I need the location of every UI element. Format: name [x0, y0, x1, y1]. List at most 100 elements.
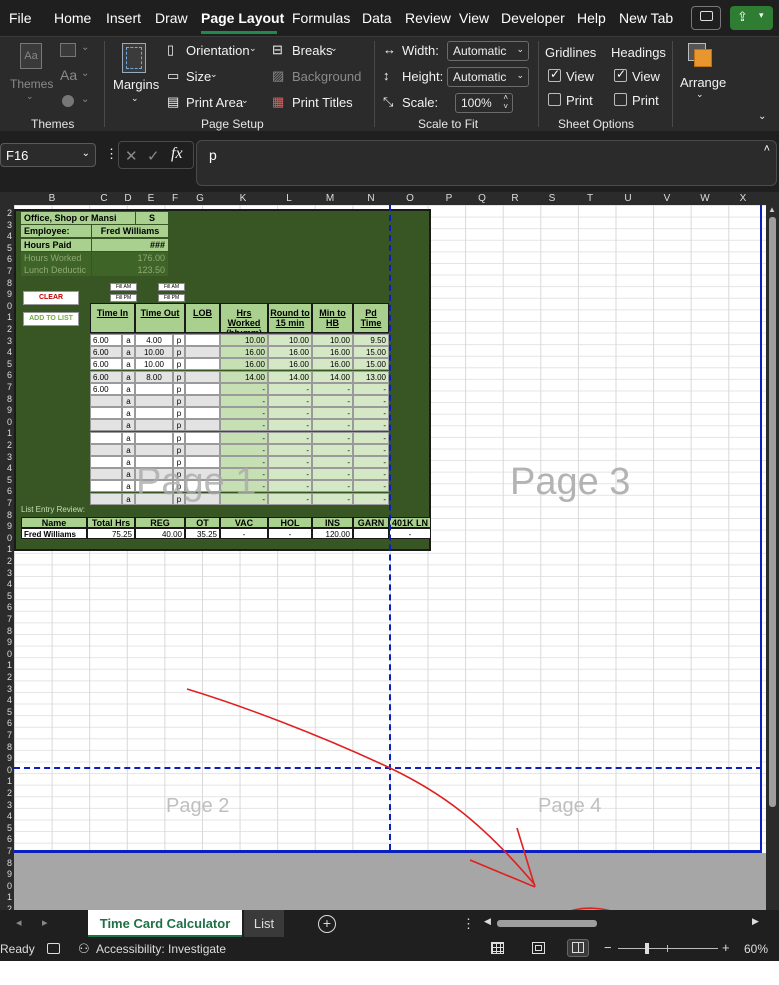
row-header[interactable]: 0 — [0, 417, 12, 429]
height-dropdown[interactable]: Automatic ⌄ — [447, 67, 529, 87]
print-titles-button[interactable]: Print Titles — [292, 95, 353, 110]
more-options-icon[interactable]: ⋮ — [105, 146, 118, 162]
row-header[interactable]: 4 — [0, 579, 12, 591]
row-header[interactable]: 2 — [0, 556, 12, 568]
row-header[interactable]: 9 — [0, 521, 12, 533]
time-entry-cell[interactable] — [90, 431, 122, 444]
time-entry-cell[interactable] — [90, 443, 122, 456]
row-header[interactable]: 1 — [0, 892, 12, 904]
time-entry-cell[interactable] — [90, 492, 122, 505]
menu-help[interactable]: Help — [577, 10, 606, 26]
row-header[interactable]: 7 — [0, 730, 12, 742]
menu-formulas[interactable]: Formulas — [292, 10, 350, 26]
breaks-dropdown-icon[interactable]: ⌄ — [330, 43, 338, 54]
employee-value[interactable]: Fred Williams — [92, 225, 168, 237]
vertical-scrollbar[interactable]: ▲ — [766, 205, 779, 910]
column-header[interactable]: O — [403, 193, 417, 204]
time-entry-cell[interactable] — [185, 431, 220, 444]
time-entry-cell[interactable]: 4.00 — [135, 334, 173, 346]
effects-icon[interactable] — [62, 95, 74, 107]
time-entry-cell[interactable]: 10.00 — [135, 358, 173, 371]
row-header[interactable]: 3 — [0, 336, 12, 348]
headings-print-checkbox[interactable] — [614, 93, 627, 106]
add-sheet-icon[interactable]: + — [318, 915, 336, 933]
column-header[interactable]: W — [698, 193, 712, 204]
row-header[interactable]: 3 — [0, 568, 12, 580]
orientation-dropdown-icon[interactable]: ⌄ — [249, 43, 257, 54]
time-entry-cell[interactable] — [185, 443, 220, 456]
row-header[interactable]: 2 — [0, 208, 12, 220]
row-header[interactable]: 4 — [0, 695, 12, 707]
effects-dropdown-icon[interactable]: ⌄ — [81, 94, 89, 105]
row-header[interactable]: 9 — [0, 753, 12, 765]
menu-data[interactable]: Data — [362, 10, 392, 26]
row-header[interactable]: 5 — [0, 591, 12, 603]
scroll-right-icon[interactable]: ▶ — [752, 916, 759, 927]
fill-am-button[interactable]: Fill AM — [110, 283, 137, 291]
row-header[interactable]: 2 — [0, 672, 12, 684]
time-entry-cell[interactable]: p — [173, 334, 185, 346]
horizontal-scroll-thumb[interactable] — [497, 920, 597, 927]
formula-input[interactable]: p ˄ — [196, 140, 777, 186]
size-button[interactable]: Size — [186, 69, 211, 84]
column-header[interactable]: N — [364, 193, 378, 204]
expand-formula-icon[interactable]: ˄ — [764, 143, 770, 155]
tab-time-card-calculator[interactable]: Time Card Calculator — [88, 910, 242, 937]
fonts-dropdown-icon[interactable]: ⌄ — [81, 68, 89, 79]
worksheet[interactable]: Page 3 Page 2 Page 4 Office, Shop or Man… — [14, 205, 766, 910]
time-entry-cell[interactable] — [185, 346, 220, 359]
select-all-corner[interactable] — [0, 192, 14, 205]
next-sheet-icon[interactable]: ▸ — [42, 916, 48, 929]
margins-button[interactable]: Margins ⌄ — [110, 41, 160, 109]
time-entry-cell[interactable] — [135, 395, 173, 407]
row-header[interactable]: 4 — [0, 231, 12, 243]
colors-dropdown-icon[interactable]: ⌄ — [81, 42, 89, 53]
column-header[interactable]: E — [144, 193, 158, 204]
row-header[interactable]: 0 — [0, 301, 12, 313]
time-entry-cell[interactable]: a — [122, 492, 135, 505]
row-header[interactable]: 0 — [0, 881, 12, 893]
row-header[interactable]: 8 — [0, 278, 12, 290]
time-entry-cell[interactable]: 6.00 — [90, 358, 122, 371]
row-header[interactable]: 3 — [0, 800, 12, 812]
column-header[interactable]: D — [122, 193, 134, 204]
row-header[interactable]: 5 — [0, 359, 12, 371]
column-header[interactable]: V — [660, 193, 674, 204]
zoom-out-icon[interactable]: − — [604, 940, 612, 955]
gridlines-print-checkbox[interactable] — [548, 93, 561, 106]
row-header[interactable]: 1 — [0, 312, 12, 324]
menu-page-layout[interactable]: Page Layout — [201, 10, 284, 26]
horizontal-scrollbar[interactable]: ◀ ▶ — [482, 916, 766, 930]
time-entry-cell[interactable]: 6.00 — [90, 334, 122, 346]
time-entry-cell[interactable]: p — [173, 395, 185, 407]
time-entry-cell[interactable]: a — [122, 358, 135, 371]
time-entry-cell[interactable] — [90, 395, 122, 407]
row-header[interactable]: 5 — [0, 823, 12, 835]
background-button[interactable]: Background — [292, 69, 361, 84]
time-entry-cell[interactable]: p — [173, 382, 185, 395]
fill-pm-button[interactable]: Fill PM — [110, 294, 137, 302]
column-header[interactable]: X — [736, 193, 750, 204]
time-entry-cell[interactable] — [90, 480, 122, 493]
fill-am-button[interactable]: Fill AM — [158, 283, 185, 291]
time-entry-cell[interactable] — [90, 456, 122, 468]
row-header[interactable]: 3 — [0, 684, 12, 696]
breaks-button[interactable]: Breaks — [292, 43, 332, 58]
time-entry-cell[interactable]: p — [173, 419, 185, 432]
row-header[interactable]: 6 — [0, 254, 12, 266]
print-area-dropdown-icon[interactable]: ⌄ — [241, 95, 249, 106]
time-entry-cell[interactable] — [185, 407, 220, 420]
row-header[interactable]: 7 — [0, 266, 12, 278]
gridlines-view-checkbox[interactable] — [548, 67, 561, 82]
time-entry-cell[interactable] — [185, 395, 220, 407]
menu-developer[interactable]: Developer — [501, 10, 565, 26]
time-entry-cell[interactable] — [135, 431, 173, 444]
office-value[interactable]: S — [136, 212, 168, 224]
row-header[interactable]: 0 — [0, 649, 12, 661]
column-header[interactable]: B — [44, 193, 60, 204]
print-area-border-bottom[interactable] — [14, 850, 762, 853]
accessibility-icon[interactable]: ⚇ — [78, 941, 90, 957]
insert-function-icon[interactable]: fx — [171, 145, 183, 163]
collapse-ribbon-icon[interactable]: ⌄ — [758, 111, 766, 122]
zoom-level[interactable]: 60% — [744, 942, 768, 956]
